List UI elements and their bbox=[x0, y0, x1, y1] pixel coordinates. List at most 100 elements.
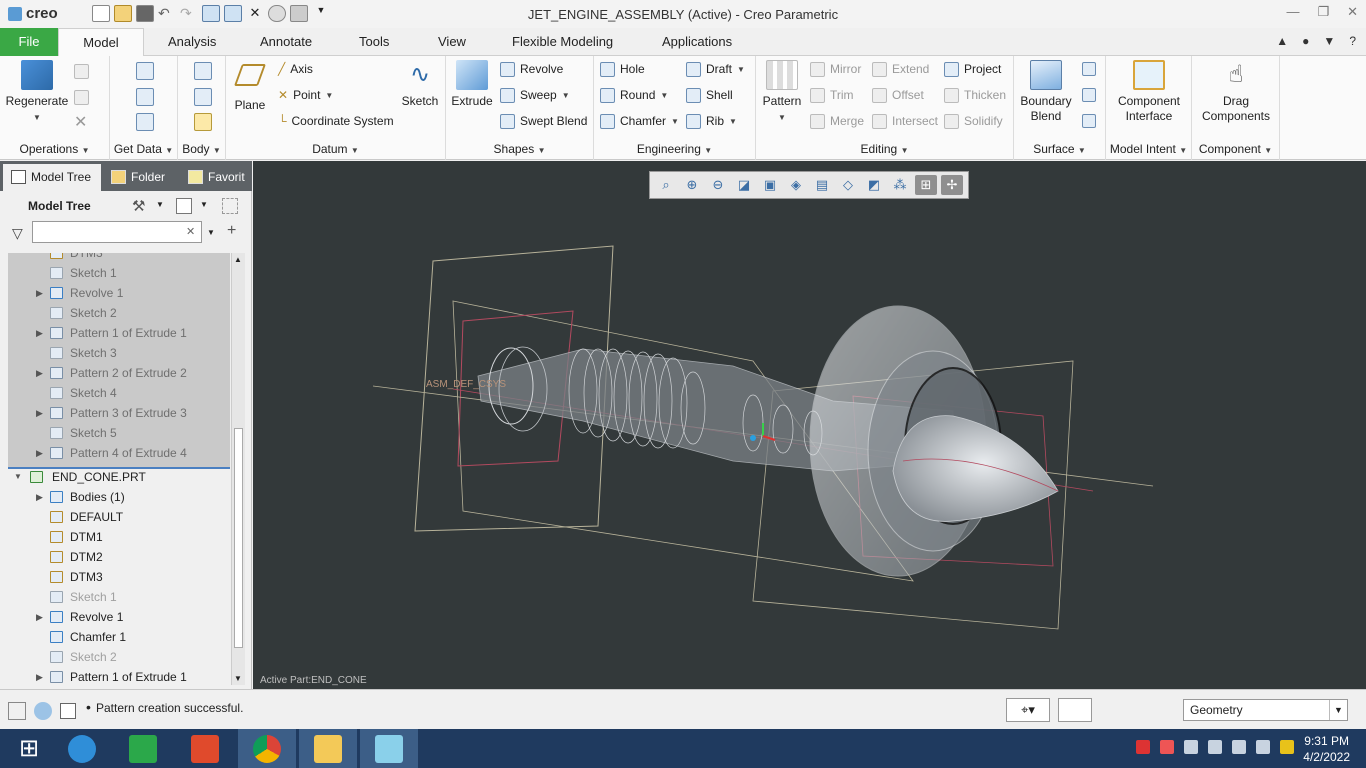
network-tray-icon[interactable] bbox=[1232, 740, 1246, 754]
trim-button[interactable]: Trim bbox=[810, 86, 854, 104]
display-settings-icon[interactable] bbox=[268, 5, 286, 22]
tree-item[interactable]: ▶ Revolve 1 bbox=[8, 283, 230, 303]
revolve-button[interactable]: Revolve bbox=[500, 60, 563, 78]
tree-item[interactable]: ▶ Revolve 1 bbox=[8, 607, 230, 627]
learning-icon[interactable]: ▼ bbox=[1323, 34, 1335, 48]
zoom-in-icon[interactable]: ⊕ bbox=[681, 175, 703, 195]
close-icon[interactable]: ✕ bbox=[1347, 4, 1358, 20]
extend-button[interactable]: Extend bbox=[872, 60, 929, 78]
tree-item[interactable]: ▶ Bodies (1) bbox=[8, 487, 230, 507]
plane-button[interactable]: Plane bbox=[230, 60, 270, 113]
tree-item[interactable]: Chamfer 1 bbox=[8, 627, 230, 647]
shell-button[interactable]: Shell bbox=[686, 86, 733, 104]
open-folder-icon[interactable] bbox=[114, 5, 132, 22]
save-icon[interactable] bbox=[136, 5, 154, 22]
tree-item[interactable]: Sketch 4 bbox=[8, 383, 230, 403]
pattern-button[interactable]: Pattern ▼ bbox=[760, 60, 804, 125]
collapse-arrow-icon[interactable]: ▼ bbox=[14, 467, 24, 487]
regenerate-button[interactable]: Regenerate ▼ bbox=[4, 60, 70, 125]
tree-part-node[interactable]: ▼ END_CONE.PRT bbox=[8, 467, 230, 487]
annotation-display-icon[interactable]: ⊞ bbox=[915, 175, 937, 195]
sweep-button[interactable]: Sweep ▼ bbox=[500, 86, 570, 104]
internet-explorer-button[interactable] bbox=[53, 729, 111, 768]
recorder-tray-icon[interactable] bbox=[1160, 740, 1174, 754]
browser-icon[interactable] bbox=[34, 702, 52, 720]
start-button[interactable]: ⊞ bbox=[0, 729, 58, 768]
shrinkwrap-icon[interactable] bbox=[136, 113, 154, 131]
windows-icon[interactable] bbox=[224, 5, 242, 22]
settings-hammer-icon[interactable]: ⚒ bbox=[132, 197, 145, 215]
tree-item[interactable]: DTM3 bbox=[8, 253, 230, 263]
freestyle-icon[interactable] bbox=[1082, 114, 1096, 128]
filter-icon[interactable]: ▽ bbox=[12, 225, 23, 242]
perspective-view-icon[interactable]: ◇ bbox=[837, 175, 859, 195]
datum-display-icon[interactable]: ⁂ bbox=[889, 175, 911, 195]
solidworks-tray-icon[interactable] bbox=[1136, 740, 1150, 754]
minimize-ribbon-icon[interactable]: ▲ bbox=[1276, 34, 1288, 48]
chrome-button[interactable] bbox=[238, 729, 296, 768]
help-icon[interactable]: ● bbox=[1302, 34, 1309, 48]
tree-item[interactable]: Sketch 1 bbox=[8, 263, 230, 283]
expand-arrow-icon[interactable]: ▶ bbox=[36, 487, 46, 507]
draft-button[interactable]: Draft ▼ bbox=[686, 60, 745, 78]
swept-blend-button[interactable]: Swept Blend bbox=[500, 112, 587, 130]
tree-scrollbar[interactable]: ▲ ▼ bbox=[231, 253, 245, 685]
display-style-icon[interactable]: ▣ bbox=[759, 175, 781, 195]
search-dropdown-icon[interactable]: ▼ bbox=[207, 228, 215, 237]
insert-here-line[interactable] bbox=[8, 467, 230, 469]
section-view-icon[interactable]: ◩ bbox=[863, 175, 885, 195]
tab-favorites[interactable]: Favorit bbox=[180, 164, 252, 191]
intersect-button[interactable]: Intersect bbox=[872, 112, 938, 130]
creo-taskbar-button[interactable] bbox=[360, 729, 418, 768]
tree-item[interactable]: Sketch 1 bbox=[8, 587, 230, 607]
hole-button[interactable]: Hole bbox=[600, 60, 645, 78]
tree-item[interactable]: DTM3 bbox=[8, 567, 230, 587]
tree-item[interactable]: ▶ Pattern 2 of Extrude 2 bbox=[8, 363, 230, 383]
user-defined-feature-icon[interactable] bbox=[136, 62, 154, 80]
tree-columns-icon[interactable] bbox=[222, 198, 238, 214]
new-body-icon[interactable] bbox=[194, 113, 212, 131]
tab-folder[interactable]: Folder bbox=[103, 164, 179, 191]
close-window-icon[interactable]: ✕ bbox=[246, 5, 264, 22]
device-tray-icon[interactable] bbox=[1184, 740, 1198, 754]
restore-icon[interactable]: ❐ bbox=[1317, 4, 1329, 20]
no-connection-icon[interactable] bbox=[1280, 740, 1294, 754]
copy-icon[interactable] bbox=[74, 64, 89, 79]
tab-view[interactable]: View bbox=[426, 28, 478, 56]
project-button[interactable]: Project bbox=[944, 60, 1001, 78]
expand-arrow-icon[interactable]: ▶ bbox=[36, 323, 46, 343]
full-screen-icon[interactable] bbox=[60, 703, 76, 719]
body-icon[interactable] bbox=[194, 62, 212, 80]
tab-applications[interactable]: Applications bbox=[650, 28, 744, 56]
extrude-button[interactable]: Extrude bbox=[450, 60, 494, 109]
undo-icon[interactable]: ↶ bbox=[158, 5, 176, 22]
scroll-up-icon[interactable]: ▲ bbox=[234, 255, 242, 264]
tree-item[interactable]: DEFAULT bbox=[8, 507, 230, 527]
copy-geometry-icon[interactable] bbox=[136, 88, 154, 106]
tree-item[interactable]: DTM2 bbox=[8, 547, 230, 567]
rib-button[interactable]: Rib ▼ bbox=[686, 112, 737, 130]
refit-icon[interactable]: ⌕ bbox=[655, 175, 677, 195]
saved-orientations-icon[interactable]: ◈ bbox=[785, 175, 807, 195]
expand-arrow-icon[interactable]: ▶ bbox=[36, 443, 46, 463]
fill-icon[interactable] bbox=[1082, 62, 1096, 76]
settings-dropdown-icon[interactable]: ▼ bbox=[156, 200, 164, 209]
clock[interactable]: 9:31 PM 4/2/2022 bbox=[1303, 733, 1350, 765]
jet-engine-model[interactable]: ASM_DEF_CSYS bbox=[253, 161, 1366, 689]
tree-item[interactable]: Sketch 2 bbox=[8, 647, 230, 667]
zoom-out-icon[interactable]: ⊖ bbox=[707, 175, 729, 195]
tab-tools[interactable]: Tools bbox=[347, 28, 401, 56]
selection-filter[interactable]: Geometry ▼ bbox=[1183, 699, 1348, 721]
paste-icon[interactable] bbox=[74, 90, 89, 105]
style-icon[interactable] bbox=[1082, 88, 1096, 102]
show-icon[interactable] bbox=[176, 198, 192, 214]
tree-item[interactable]: DTM1 bbox=[8, 527, 230, 547]
tree-item[interactable]: Sketch 2 bbox=[8, 303, 230, 323]
round-button[interactable]: Round ▼ bbox=[600, 86, 668, 104]
music-button[interactable] bbox=[176, 729, 234, 768]
add-icon[interactable]: + bbox=[227, 222, 236, 240]
graphics-window[interactable]: ASM_DEF_CSYS ⌕ ⊕ ⊖ ◪ ▣ ◈ ▤ ◇ ◩ ⁂ ⊞ ✢ Act… bbox=[253, 161, 1366, 689]
scroll-down-icon[interactable]: ▼ bbox=[234, 674, 242, 683]
delete-icon[interactable]: ✕ bbox=[74, 112, 87, 132]
customize-qat-icon[interactable] bbox=[290, 5, 308, 22]
